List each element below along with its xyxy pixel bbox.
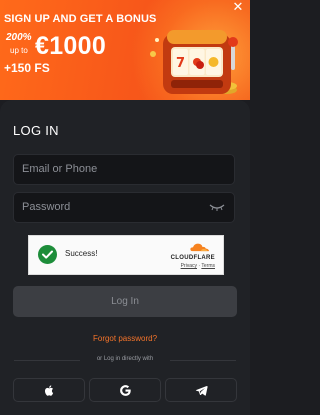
login-card: LOG IN Email or Phone Password Success! … [0, 100, 250, 415]
email-field-placeholder: Email or Phone [22, 163, 98, 175]
banner-headline: SIGN UP AND GET A BONUS [4, 13, 157, 25]
banner-amount: €1000 [35, 32, 107, 60]
captcha-brand-name: CLOUDFLARE [170, 255, 215, 261]
google-icon [120, 385, 131, 396]
privacy-link[interactable]: Privacy [181, 263, 197, 269]
divider-text: or Log in directly with [96, 356, 154, 362]
terms-link[interactable]: Terms [201, 263, 215, 269]
svg-text:7: 7 [176, 56, 185, 71]
apple-login-button[interactable] [13, 378, 85, 402]
banner-percent: 200% [6, 32, 32, 43]
cloud-icon [190, 243, 210, 252]
captcha-links: Privacy · Terms [181, 263, 215, 269]
telegram-login-button[interactable] [165, 378, 237, 402]
telegram-icon [195, 385, 208, 396]
social-divider: or Log in directly with [14, 355, 236, 365]
promo-banner[interactable]: SIGN UP AND GET A BONUS 200% up to €1000… [0, 0, 250, 100]
success-check-icon [38, 245, 57, 264]
forgot-password-link[interactable]: Forgot password? [0, 334, 250, 343]
banner-up-to: up to [10, 46, 28, 55]
divider-line-right [170, 360, 236, 361]
captcha-status: Success! [65, 249, 98, 258]
banner-free-spins: +150 FS [4, 61, 50, 75]
google-login-button[interactable] [89, 378, 161, 402]
link-separator: · [198, 263, 201, 269]
cloudflare-brand: CLOUDFLARE Privacy · Terms [163, 240, 215, 272]
close-icon[interactable]: ✕ [231, 0, 245, 14]
eye-closed-icon[interactable] [209, 202, 225, 212]
password-field[interactable]: Password [13, 192, 235, 223]
page-title: LOG IN [13, 123, 59, 138]
email-field[interactable]: Email or Phone [13, 154, 235, 185]
apple-icon [44, 385, 54, 396]
password-field-placeholder: Password [22, 201, 71, 213]
captcha-widget[interactable]: Success! CLOUDFLARE Privacy · Terms [28, 235, 224, 275]
login-button[interactable]: Log In [13, 286, 237, 317]
slot-machine-illustration: 7 [150, 30, 238, 94]
